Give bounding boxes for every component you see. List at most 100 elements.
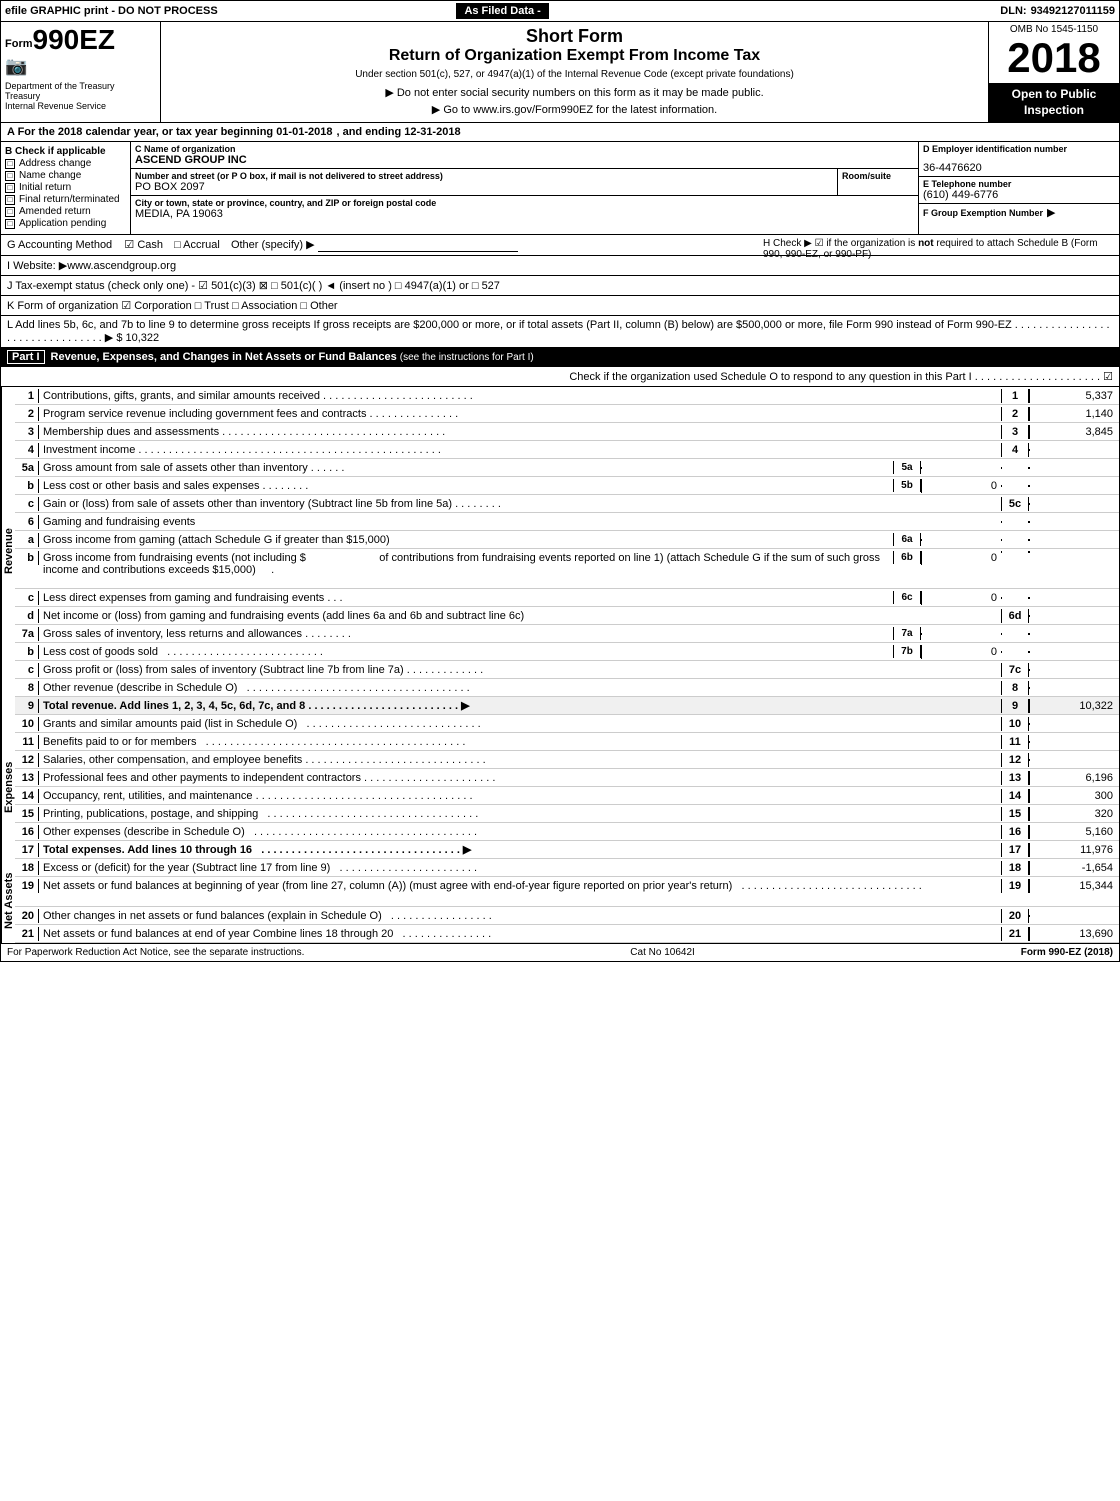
row-7a-desc: Gross sales of inventory, less returns a…	[39, 627, 893, 641]
group-label: F Group Exemption Number	[923, 208, 1043, 218]
row-10: 10 Grants and similar amounts paid (list…	[15, 715, 1119, 733]
ein-col: D Employer identification number 36-4476…	[919, 142, 1119, 234]
row-2-desc: Program service revenue including govern…	[39, 407, 1001, 421]
row-21-value: 13,690	[1029, 927, 1119, 941]
revenue-section: Revenue 1 Contributions, gifts, grants, …	[1, 387, 1119, 715]
row-17-desc: Total expenses. Add lines 10 through 16 …	[39, 842, 1001, 857]
row-7a: 7a Gross sales of inventory, less return…	[15, 625, 1119, 643]
row-18-value: -1,654	[1029, 861, 1119, 875]
row-2-value: 1,140	[1029, 407, 1119, 421]
form-number: 990EZ	[33, 26, 116, 54]
url-notice: ▶ Go to www.irs.gov/Form990EZ for the la…	[169, 103, 980, 116]
row-19-num: 19	[15, 879, 39, 893]
row-15-linenum: 15	[1001, 807, 1029, 821]
org-name-value: ASCEND GROUP INC	[135, 154, 914, 166]
row-2: 2 Program service revenue including gove…	[15, 405, 1119, 423]
revenue-side-label: Revenue	[1, 387, 15, 715]
dept-label: Department of the Treasury Treasury Inte…	[5, 81, 115, 111]
row-4-num: 4	[15, 443, 39, 457]
form-header: Form 990EZ 📷 Department of the Treasury …	[1, 22, 1119, 123]
row-17-value: 11,976	[1029, 843, 1119, 857]
net-asset-rows: 18 Excess or (deficit) for the year (Sub…	[15, 859, 1119, 943]
row-7c-linenum: 7c	[1001, 663, 1029, 677]
row-3-value: 3,845	[1029, 425, 1119, 439]
check-col: B Check if applicable □ Address change □…	[1, 142, 131, 234]
row-13-linenum: 13	[1001, 771, 1029, 785]
row-11-desc: Benefits paid to or for members . . . . …	[39, 735, 1001, 749]
dln-number: 93492127011159	[1031, 5, 1115, 17]
open-to-public: Open to Public Inspection	[989, 83, 1119, 122]
row-6d-num: d	[15, 609, 39, 623]
ssn-notice: ▶ Do not enter social security numbers o…	[169, 86, 980, 99]
part-i-header: Part I Revenue, Expenses, and Changes in…	[1, 348, 1119, 367]
row-3: 3 Membership dues and assessments . . . …	[15, 423, 1119, 441]
group-section: F Group Exemption Number ▶	[919, 204, 1119, 221]
form-title-section: Short Form Return of Organization Exempt…	[161, 22, 989, 122]
row-15-num: 15	[15, 807, 39, 821]
row-5a-desc: Gross amount from sale of assets other t…	[39, 461, 893, 475]
form-org-text: K Form of organization ☑ Corporation □ T…	[7, 300, 338, 312]
main-form: Form 990EZ 📷 Department of the Treasury …	[0, 22, 1120, 962]
part-i-title: Revenue, Expenses, and Changes in Net As…	[51, 351, 534, 363]
row-6b-amount: 0	[921, 551, 1001, 565]
row-5c: c Gain or (loss) from sale of assets oth…	[15, 495, 1119, 513]
tax-year: 2018	[1007, 37, 1100, 79]
row-6a-amount	[921, 539, 1001, 541]
address-section: B Check if applicable □ Address change □…	[1, 142, 1119, 235]
row-7b-linenum	[1001, 651, 1029, 653]
check-address-box[interactable]: □	[5, 159, 15, 169]
row-6b-num: b	[15, 551, 39, 565]
efile-text: efile GRAPHIC print - DO NOT PROCESS	[5, 5, 452, 17]
check-name-box[interactable]: □	[5, 171, 15, 181]
row-12-linenum: 12	[1001, 753, 1029, 767]
row-6b-value	[1029, 551, 1119, 553]
row-7a-amount	[921, 633, 1001, 635]
row-2-num: 2	[15, 407, 39, 421]
acct-accrual: □ Accrual	[174, 239, 220, 251]
row-19-value: 15,344	[1029, 879, 1119, 893]
row-9-value: 10,322	[1029, 699, 1119, 713]
form-label: Form 990-EZ (2018)	[1021, 947, 1113, 958]
row-7a-num: 7a	[15, 627, 39, 641]
form-prefix: Form	[5, 38, 33, 50]
row-1-value: 5,337	[1029, 389, 1119, 403]
row-5a-amount	[921, 467, 1001, 469]
row-7c: c Gross profit or (loss) from sales of i…	[15, 661, 1119, 679]
row-5a: 5a Gross amount from sale of assets othe…	[15, 459, 1119, 477]
acct-cash: ☑ Cash	[124, 239, 163, 251]
check-final-box[interactable]: □	[5, 195, 15, 205]
row-12-desc: Salaries, other compensation, and employ…	[39, 753, 1001, 767]
part-i-label: Part I	[7, 350, 45, 364]
row-9-num: 9	[15, 699, 39, 713]
tax-status-text: J Tax-exempt status (check only one) - ☑…	[7, 280, 500, 292]
row-11-value	[1029, 741, 1119, 743]
row-21-desc: Net assets or fund balances at end of ye…	[39, 927, 1001, 941]
row-17: 17 Total expenses. Add lines 10 through …	[15, 841, 1119, 859]
row-7b-num: b	[15, 645, 39, 659]
row-6-desc: Gaming and fundraising events	[39, 515, 1001, 529]
acct-g-label: G Accounting Method	[7, 239, 121, 251]
row-6-num: 6	[15, 515, 39, 529]
short-form-label: Short Form	[169, 26, 980, 47]
row-6b-linenum	[1001, 551, 1029, 553]
row-21: 21 Net assets or fund balances at end of…	[15, 925, 1119, 943]
row-20-value	[1029, 915, 1119, 917]
org-address-row: Number and street (or P O box, if mail i…	[131, 169, 918, 196]
check-pending-box[interactable]: □	[5, 219, 15, 229]
return-title: Return of Organization Exempt From Incom…	[169, 47, 980, 65]
acct-h: H Check ▶ ☑ if the organization is not r…	[763, 238, 1113, 260]
page-wrapper: efile GRAPHIC print - DO NOT PROCESS As …	[0, 0, 1120, 962]
check-label: B Check if applicable	[5, 146, 126, 157]
dln-label: DLN:	[1000, 5, 1026, 17]
part-i-check-line: Check if the organization used Schedule …	[1, 367, 1119, 387]
ein-label: D Employer identification number	[923, 144, 1115, 154]
row-7b-subnum: 7b	[893, 645, 921, 658]
check-amended-box[interactable]: □	[5, 207, 15, 217]
row-12-value	[1029, 759, 1119, 761]
row-5a-subnum: 5a	[893, 461, 921, 474]
row-5b-amount: 0	[921, 479, 1001, 493]
row-19: 19 Net assets or fund balances at beginn…	[15, 877, 1119, 907]
check-initial-box[interactable]: □	[5, 183, 15, 193]
row-4: 4 Investment income . . . . . . . . . . …	[15, 441, 1119, 459]
row-5c-linenum: 5c	[1001, 497, 1029, 511]
